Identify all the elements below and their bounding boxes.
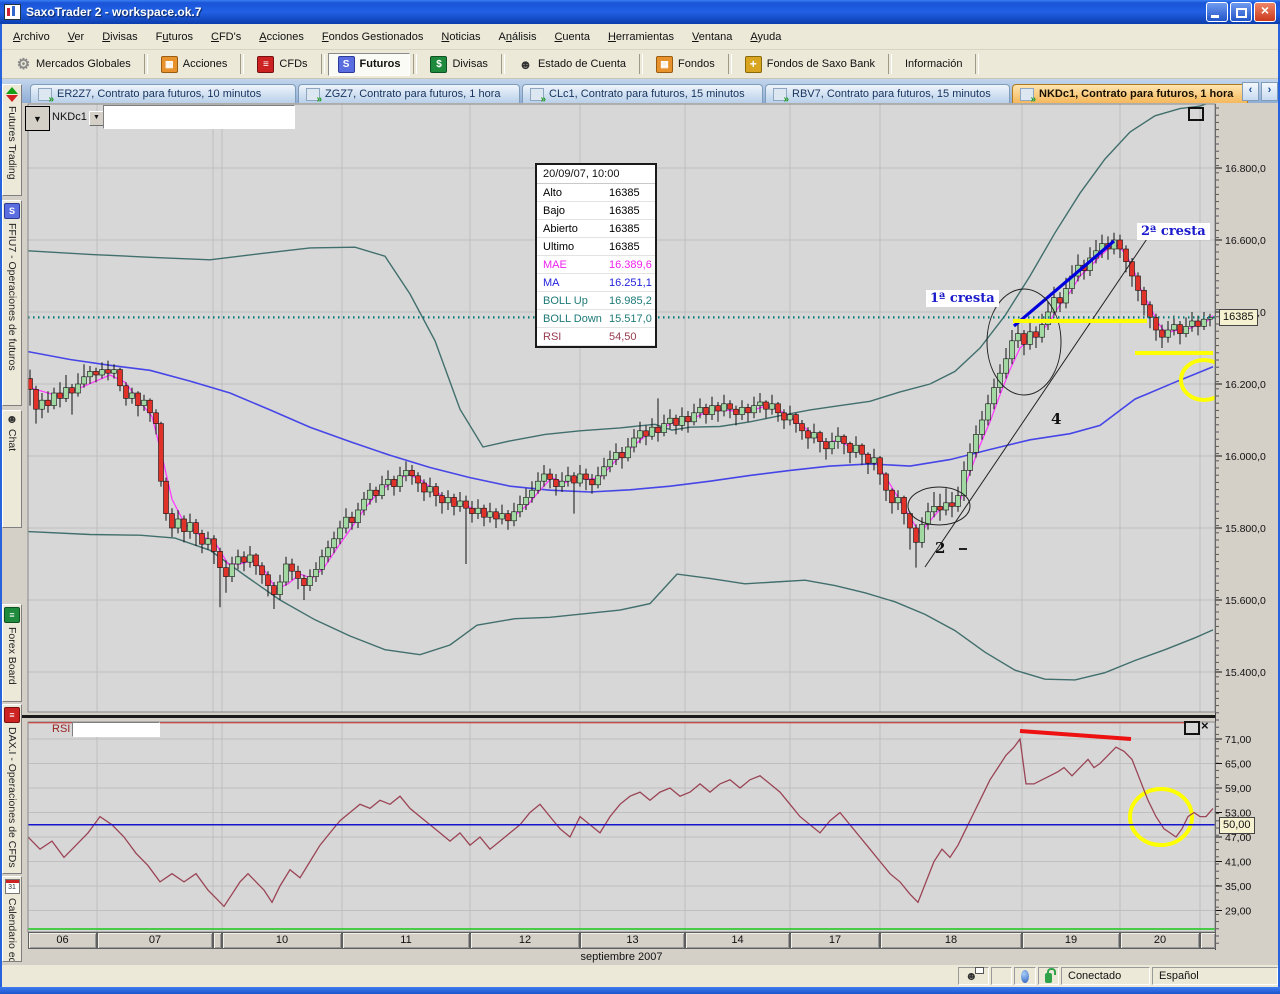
time-axis-cell: 11: [342, 932, 470, 949]
person-chat-icon: [965, 969, 978, 983]
ohlc-tooltip: 20/09/07, 10:00 Alto16385Bajo16385Abiert…: [535, 163, 657, 348]
rsi-tick-label: 41,00: [1225, 856, 1251, 868]
time-axis-cell: 12: [470, 932, 580, 949]
rsi-tick-label: 35,00: [1225, 881, 1251, 893]
globe-icon: [1021, 970, 1029, 983]
tooltip-row: Ultimo16385: [537, 238, 655, 256]
tooltip-row: MAE16.389,6: [537, 256, 655, 274]
price-tick-label: 16.000,0: [1225, 451, 1266, 463]
annotation-number: 4: [1051, 410, 1061, 428]
tooltip-row: Alto16385: [537, 184, 655, 202]
rsi-panel-label: RSI: [52, 723, 70, 735]
lock-icon: [1045, 973, 1052, 983]
time-axis-cell: 10: [222, 932, 342, 949]
price-tick-label: 15.600,0: [1225, 595, 1266, 607]
status-person-chat-panel: [958, 967, 989, 985]
time-axis-cell: 17: [790, 932, 880, 949]
time-axis-cell: 20: [1120, 932, 1200, 949]
annotation-dash: [959, 548, 967, 550]
price-tick-label: 16.800,0: [1225, 163, 1266, 175]
status-lock-panel: [1038, 967, 1059, 985]
time-axis-month: septiembre 2007: [28, 949, 1215, 966]
rsi-tick-label: 47,00: [1225, 832, 1251, 844]
tooltip-row: Abierto16385: [537, 220, 655, 238]
time-axis-cell: 06: [28, 932, 97, 949]
time-axis-cell: 19: [1022, 932, 1120, 949]
time-axis-cell: [1200, 932, 1216, 949]
status-conectado: Conectado: [1061, 967, 1150, 985]
symbol-search-input[interactable]: [103, 105, 295, 129]
price-tick-label: 15.400,0: [1225, 667, 1266, 679]
annotation-number: 2: [935, 539, 945, 557]
current-price-marker: 16385: [1219, 309, 1258, 326]
chart-menu-dropdown[interactable]: ▼: [25, 106, 50, 131]
rsi-settings-box[interactable]: [72, 722, 160, 737]
status-bar: ConectadoEspañol: [0, 965, 1280, 987]
window-bottom-border: [0, 987, 1280, 994]
time-axis-cell: 07: [97, 932, 213, 949]
time-axis-cell: 14: [685, 932, 790, 949]
chart-symbol-label: NKDc1: [52, 111, 87, 123]
rsi-tick-label: 71,00: [1225, 734, 1251, 746]
saxotrader-window: 16.800,016.600,016.400,016.200,016.000,0…: [0, 0, 1280, 994]
time-axis-cell: [213, 932, 222, 949]
tooltip-row: BOLL Down15.517,0: [537, 310, 655, 328]
chart-maximize-icon[interactable]: [1188, 107, 1204, 121]
rsi-tick-label: 65,00: [1225, 759, 1251, 771]
tooltip-row: RSI54,50: [537, 328, 655, 346]
rsi-maximize-icon[interactable]: [1184, 721, 1200, 735]
symbol-combo-dropdown-icon[interactable]: ▼: [89, 111, 104, 126]
rsi-tick-label: 59,00: [1225, 783, 1251, 795]
tooltip-timestamp: 20/09/07, 10:00: [537, 165, 655, 184]
annotation-2-cresta: 2ª cresta: [1137, 223, 1210, 240]
window-left-border: [0, 24, 2, 987]
tooltip-row: Bajo16385: [537, 202, 655, 220]
status-espa-ol: Español: [1152, 967, 1278, 985]
time-axis-cell: 18: [880, 932, 1022, 949]
tooltip-row: BOLL Up16.985,2: [537, 292, 655, 310]
annotation-1-cresta: 1ª cresta: [926, 290, 999, 307]
price-tick-label: 16.600,0: [1225, 235, 1266, 247]
price-tick-label: 16.200,0: [1225, 379, 1266, 391]
rsi-level-marker: 50,00: [1219, 817, 1255, 834]
status-globe-panel: [1014, 967, 1036, 985]
chart-canvas[interactable]: 16.800,016.600,016.400,016.200,016.000,0…: [0, 0, 1280, 994]
rsi-tick-label: 29,00: [1225, 905, 1251, 917]
tooltip-row: MA16.251,1: [537, 274, 655, 292]
time-axis-cell: 13: [580, 932, 685, 949]
price-tick-label: 15.800,0: [1225, 523, 1266, 535]
status-empty-panel: [991, 967, 1012, 985]
rsi-close-icon[interactable]: ×: [1201, 720, 1209, 731]
